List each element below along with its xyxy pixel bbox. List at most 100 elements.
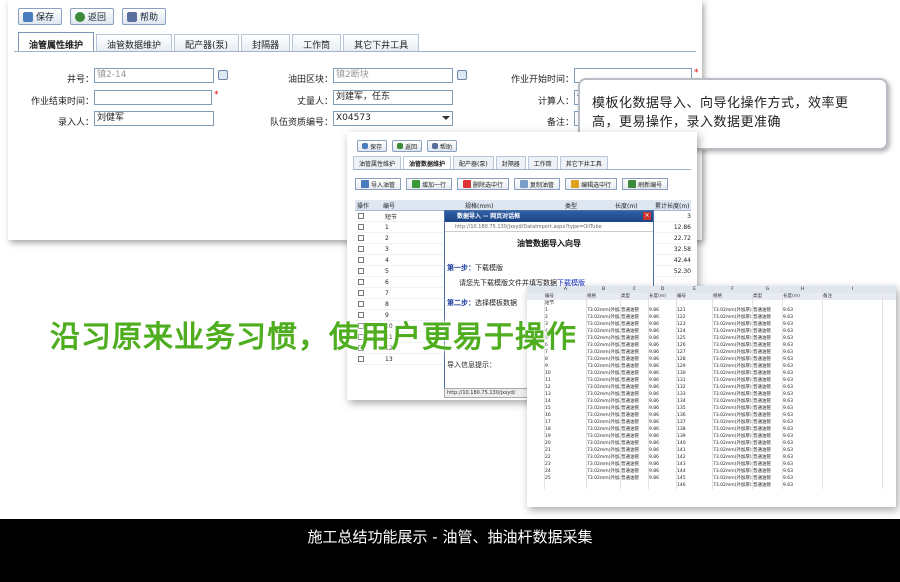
help-button[interactable]: 帮助 bbox=[427, 140, 458, 152]
excel-header-cell: 长度(m) bbox=[649, 293, 677, 300]
recorder-field[interactable]: 刘健军 bbox=[94, 111, 214, 126]
lookup-icon[interactable] bbox=[218, 70, 228, 80]
excel-cell: 146 bbox=[677, 482, 713, 489]
excel-cell: 普通油管 bbox=[753, 349, 783, 356]
excel-cell bbox=[823, 433, 883, 440]
row-cum: 3 bbox=[687, 212, 691, 220]
excel-cell: 18 bbox=[545, 426, 587, 433]
add-row-button[interactable]: 增加一行 bbox=[406, 178, 453, 190]
excel-cell: 普通油管 bbox=[621, 398, 649, 405]
remark-label: 备注： bbox=[546, 118, 574, 128]
excel-cell: 73.02mm(外加厚) bbox=[713, 328, 753, 335]
close-icon[interactable]: × bbox=[643, 212, 651, 220]
tab-tube-attributes[interactable]: 油管属性维护 bbox=[18, 32, 95, 51]
renumber-button[interactable]: 刷新编号 bbox=[622, 178, 669, 190]
excel-cell: 132 bbox=[677, 384, 713, 391]
col-op: 操作 bbox=[357, 202, 370, 210]
excel-cell bbox=[823, 405, 883, 412]
excel-cell: 16 bbox=[545, 412, 587, 419]
excel-row-header bbox=[527, 377, 545, 384]
lookup-icon[interactable] bbox=[457, 70, 467, 80]
excel-cell: 普通油管 bbox=[753, 454, 783, 461]
excel-cell: 9.86 bbox=[649, 405, 677, 412]
row-checkbox[interactable] bbox=[358, 268, 364, 274]
tab-pump[interactable]: 配产器(泵) bbox=[453, 156, 494, 169]
row-checkbox[interactable] bbox=[358, 279, 364, 285]
import-tube-button[interactable]: 导入油管 bbox=[355, 178, 402, 190]
back-button[interactable]: 返回 bbox=[392, 140, 423, 152]
team-select[interactable]: X04573 bbox=[333, 111, 453, 126]
excel-cell: 73.02mm(外加厚) bbox=[587, 433, 621, 440]
excel-cell: 73.02mm(外加厚) bbox=[713, 349, 753, 356]
block-field[interactable]: 镇2断块 bbox=[333, 68, 453, 83]
save-button[interactable]: 保存 bbox=[357, 140, 388, 152]
step1-text: 下载模版 bbox=[475, 264, 503, 272]
row-checkbox[interactable] bbox=[358, 235, 364, 241]
excel-row: 1573.02mm(外加厚)普通油管9.8613573.02mm(外加厚)普通油… bbox=[527, 405, 896, 412]
row-no: 6 bbox=[385, 278, 389, 286]
required-mark: * bbox=[694, 68, 699, 78]
excel-col-letter: C bbox=[621, 286, 649, 293]
row-checkbox[interactable] bbox=[358, 290, 364, 296]
excel-row-header bbox=[527, 370, 545, 377]
tab-work-barrel[interactable]: 工作筒 bbox=[527, 156, 558, 169]
excel-col-letter: E bbox=[677, 286, 713, 293]
excel-cell: 22 bbox=[545, 454, 587, 461]
excel-row-header bbox=[527, 419, 545, 426]
tab-packer[interactable]: 封隔器 bbox=[495, 156, 526, 169]
tab-pump[interactable]: 配产器(泵) bbox=[174, 34, 240, 51]
excel-cell: 143 bbox=[677, 461, 713, 468]
excel-cell: 9.86 bbox=[649, 391, 677, 398]
save-button[interactable]: 保存 bbox=[18, 8, 63, 25]
delete-row-button[interactable]: 删除选中行 bbox=[457, 178, 510, 190]
excel-cell: 9.86 bbox=[649, 447, 677, 454]
excel-cell: 73.02mm(外加厚) bbox=[587, 391, 621, 398]
row-no: 7 bbox=[385, 289, 389, 297]
end-time-field[interactable] bbox=[94, 90, 212, 105]
dialog-status-bar: http://10.180.75.130/jxsyd/ bbox=[444, 388, 534, 398]
excel-cell: 73.02mm(外加厚) bbox=[587, 447, 621, 454]
back-button[interactable]: 返回 bbox=[70, 8, 115, 25]
tab-work-barrel[interactable]: 工作筒 bbox=[292, 34, 342, 51]
excel-cell: 普通油管 bbox=[621, 419, 649, 426]
excel-row: 2373.02mm(外加厚)普通油管9.8614373.02mm(外加厚)普通油… bbox=[527, 461, 896, 468]
copy-tube-button[interactable]: 复制油管 bbox=[514, 178, 561, 190]
row-checkbox[interactable] bbox=[358, 224, 364, 230]
excel-row: 2473.02mm(外加厚)普通油管9.8614473.02mm(外加厚)普通油… bbox=[527, 468, 896, 475]
measurer-field[interactable]: 刘建军，任东 bbox=[333, 90, 453, 105]
excel-cell: 135 bbox=[677, 405, 713, 412]
help-button[interactable]: 帮助 bbox=[122, 8, 167, 25]
tab-other-tools[interactable]: 其它下井工具 bbox=[559, 156, 608, 169]
row-checkbox[interactable] bbox=[358, 356, 364, 362]
excel-cell bbox=[823, 419, 883, 426]
row-checkbox[interactable] bbox=[358, 301, 364, 307]
tab-packer[interactable]: 封隔器 bbox=[241, 34, 291, 51]
tab-tube-attributes[interactable]: 油管属性维护 bbox=[353, 156, 402, 169]
row-checkbox[interactable] bbox=[358, 246, 364, 252]
excel-cell: 123 bbox=[677, 321, 713, 328]
excel-cell: 73.02mm(外加厚) bbox=[713, 356, 753, 363]
edit-row-button[interactable]: 编辑选中行 bbox=[565, 178, 618, 190]
excel-cell: 普通油管 bbox=[753, 447, 783, 454]
excel-cell: 普通油管 bbox=[621, 475, 649, 482]
tab-tube-data[interactable]: 油管数据维护 bbox=[403, 156, 452, 169]
excel-cell: 23 bbox=[545, 461, 587, 468]
excel-cell: 126 bbox=[677, 342, 713, 349]
excel-cell: 普通油管 bbox=[753, 321, 783, 328]
excel-cell: 73.02mm(外加厚) bbox=[713, 377, 753, 384]
excel-row-header bbox=[527, 461, 545, 468]
excel-cell: 73.02mm(外加厚) bbox=[587, 321, 621, 328]
excel-cell: 12 bbox=[545, 384, 587, 391]
excel-cell: 普通油管 bbox=[753, 342, 783, 349]
excel-cell: 普通油管 bbox=[753, 398, 783, 405]
tab-tube-data[interactable]: 油管数据维护 bbox=[96, 34, 173, 51]
excel-cell: 9.63 bbox=[783, 335, 823, 342]
well-no-field[interactable]: 镇2-14 bbox=[94, 68, 214, 83]
row-no: 4 bbox=[385, 256, 389, 264]
excel-header-cell: 类型 bbox=[621, 293, 649, 300]
tab-other-tools[interactable]: 其它下井工具 bbox=[343, 34, 420, 51]
row-checkbox[interactable] bbox=[358, 213, 364, 219]
row-checkbox[interactable] bbox=[358, 257, 364, 263]
excel-cell bbox=[823, 356, 883, 363]
row-no: 短节 bbox=[385, 213, 398, 221]
